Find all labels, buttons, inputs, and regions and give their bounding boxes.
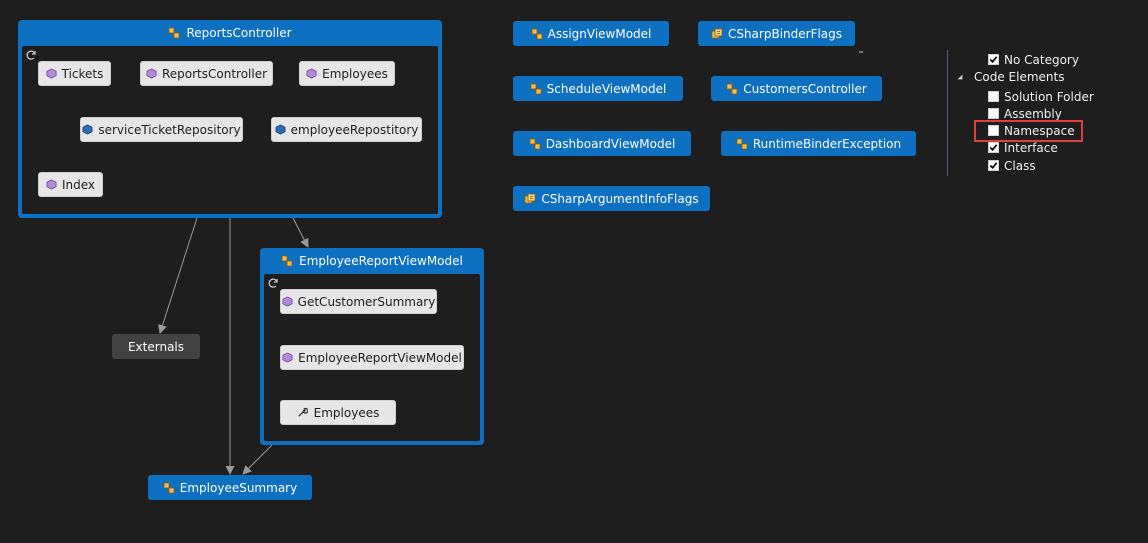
edge-viewmodel-employeesummary: [242, 444, 273, 475]
class-icon: [736, 138, 748, 150]
wrench-icon: [297, 407, 309, 419]
checkbox-no-category[interactable]: [988, 54, 999, 65]
employee-summary-node[interactable]: EmployeeSummary: [148, 475, 312, 500]
member-employee-repository[interactable]: employeeRepostitory: [271, 117, 422, 142]
externals-node[interactable]: Externals: [112, 334, 200, 359]
class-dashboard-view-model[interactable]: DashboardViewModel: [513, 131, 691, 156]
class-icon: [530, 83, 542, 95]
member-reports-controller[interactable]: ReportsController: [140, 61, 273, 86]
method-icon: [282, 352, 293, 364]
member-index[interactable]: Index: [38, 172, 103, 197]
expand-triangle-icon[interactable]: [954, 71, 966, 83]
class-icon: [281, 255, 293, 267]
legend-solution-folder[interactable]: Solution Folder: [988, 88, 1094, 105]
class-icon: [726, 83, 738, 95]
edge-reports-employeereportviewmodel: [292, 217, 309, 248]
member-tickets[interactable]: Tickets: [38, 61, 111, 86]
checkbox-solution-folder[interactable]: [988, 91, 999, 102]
member-get-customer-summary[interactable]: GetCustomerSummary: [280, 289, 437, 314]
class-csharp-argument-info-flags[interactable]: CSharpArgumentInfoFlags: [513, 186, 710, 211]
class-customers-controller[interactable]: CustomersController: [711, 76, 882, 101]
class-icon: [531, 28, 543, 40]
legend-code-elements[interactable]: Code Elements: [954, 68, 1064, 85]
legend-divider: [947, 50, 948, 176]
class-icon: [529, 138, 541, 150]
member-employees-property[interactable]: Employees: [280, 400, 396, 425]
class-runtime-binder-exception[interactable]: RuntimeBinderException: [721, 131, 916, 156]
class-csharp-binder-flags[interactable]: CSharpBinderFlags: [698, 21, 855, 46]
class-icon: [163, 482, 175, 494]
method-icon: [146, 68, 157, 80]
legend-class[interactable]: Class: [988, 157, 1036, 174]
edge-reports-externals: [158, 217, 198, 334]
legend-interface[interactable]: Interface: [988, 139, 1058, 156]
method-icon: [282, 296, 293, 308]
class-schedule-view-model[interactable]: ScheduleViewModel: [513, 76, 683, 101]
checkbox-assembly[interactable]: [988, 108, 999, 119]
refresh-icon[interactable]: [25, 49, 37, 61]
class-icon: [168, 27, 180, 39]
member-service-ticket-repository[interactable]: serviceTicketRepository: [80, 117, 243, 142]
member-employees[interactable]: Employees: [299, 61, 395, 86]
method-icon: [46, 179, 57, 191]
class-assign-view-model[interactable]: AssignViewModel: [513, 21, 669, 46]
field-icon: [82, 124, 93, 136]
checkbox-class[interactable]: [988, 160, 999, 171]
method-icon: [306, 68, 317, 80]
refresh-icon[interactable]: [267, 277, 279, 289]
legend-no-category[interactable]: No Category: [988, 51, 1079, 68]
reports-controller-title: ReportsController: [186, 26, 292, 40]
enum-icon: [524, 193, 536, 205]
employee-report-view-model-title: EmployeeReportViewModel: [299, 254, 463, 268]
enum-icon: [711, 28, 723, 40]
member-employee-report-view-model[interactable]: EmployeeReportViewModel: [280, 345, 464, 370]
checkbox-interface[interactable]: [988, 142, 999, 153]
field-icon: [275, 124, 286, 136]
method-icon: [46, 68, 57, 80]
